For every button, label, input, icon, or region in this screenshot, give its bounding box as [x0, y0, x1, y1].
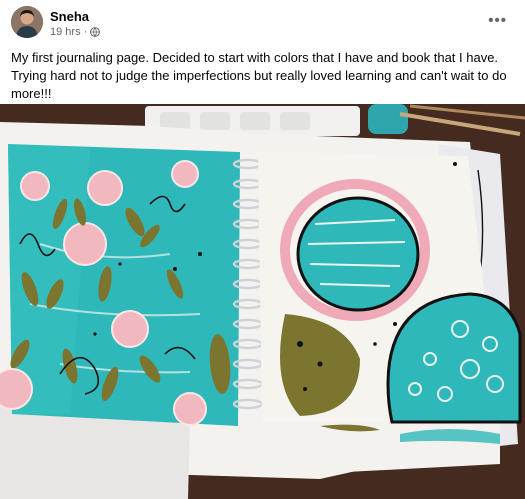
post-photo[interactable]: [0, 104, 525, 499]
post-caption: My first journaling page. Decided to sta…: [11, 50, 507, 101]
author-name[interactable]: Sneha: [50, 9, 89, 24]
post-time[interactable]: 19 hrs: [50, 26, 81, 38]
post-header: Sneha 19 hrs · •••: [0, 0, 525, 44]
more-options-icon[interactable]: •••: [488, 12, 507, 29]
post-meta: 19 hrs ·: [50, 26, 101, 38]
post-card: Sneha 19 hrs · ••• My first journaling p…: [0, 0, 525, 499]
avatar[interactable]: [11, 6, 43, 38]
meta-separator: ·: [83, 26, 88, 38]
globe-icon: [90, 27, 101, 38]
